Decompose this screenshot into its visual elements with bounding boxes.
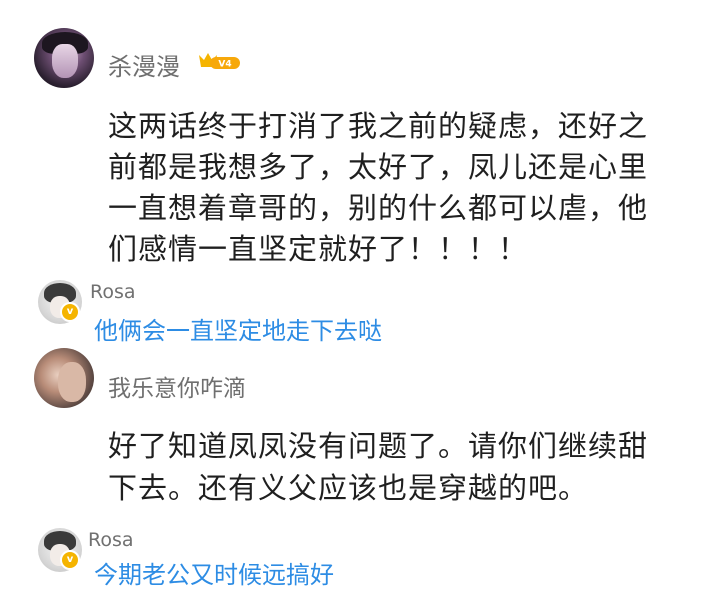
level-badge-text: V4 (218, 60, 231, 70)
avatar-figure (58, 362, 86, 402)
verified-badge-icon: v (60, 302, 80, 322)
comment-text-line: 好了知道凤凤没有问题了。请你们继续甜 (108, 429, 649, 463)
avatar[interactable] (34, 28, 94, 88)
comment-text-line: 们感情一直坚定就好了！！！！ (108, 232, 529, 266)
comment-text-line: 一直想着章哥的，别的什么都可以虐，他 (108, 191, 649, 225)
comment-author[interactable]: 杀漫漫 (108, 47, 180, 82)
avatar[interactable] (34, 348, 94, 408)
reply-author[interactable]: Rosa (88, 529, 134, 551)
comment-text-line: 这两话终于打消了我之前的疑虑，还好之 (108, 109, 649, 143)
comment-text-line: 前都是我想多了，太好了，凤儿还是心里 (108, 150, 649, 184)
avatar-face (52, 44, 78, 78)
reply-author[interactable]: Rosa (90, 281, 136, 303)
comment-text-line: 下去。还有义父应该也是穿越的吧。 (108, 471, 589, 505)
reply-text[interactable]: 他俩会一直坚定地走下去哒 (94, 311, 382, 346)
comment-author[interactable]: 我乐意你咋滴 (108, 369, 246, 403)
vip-crown-badge-icon: V4 (199, 53, 240, 70)
reply-text[interactable]: 今期老公又时候远搞好 (94, 555, 334, 590)
verified-badge-icon: v (60, 550, 80, 570)
